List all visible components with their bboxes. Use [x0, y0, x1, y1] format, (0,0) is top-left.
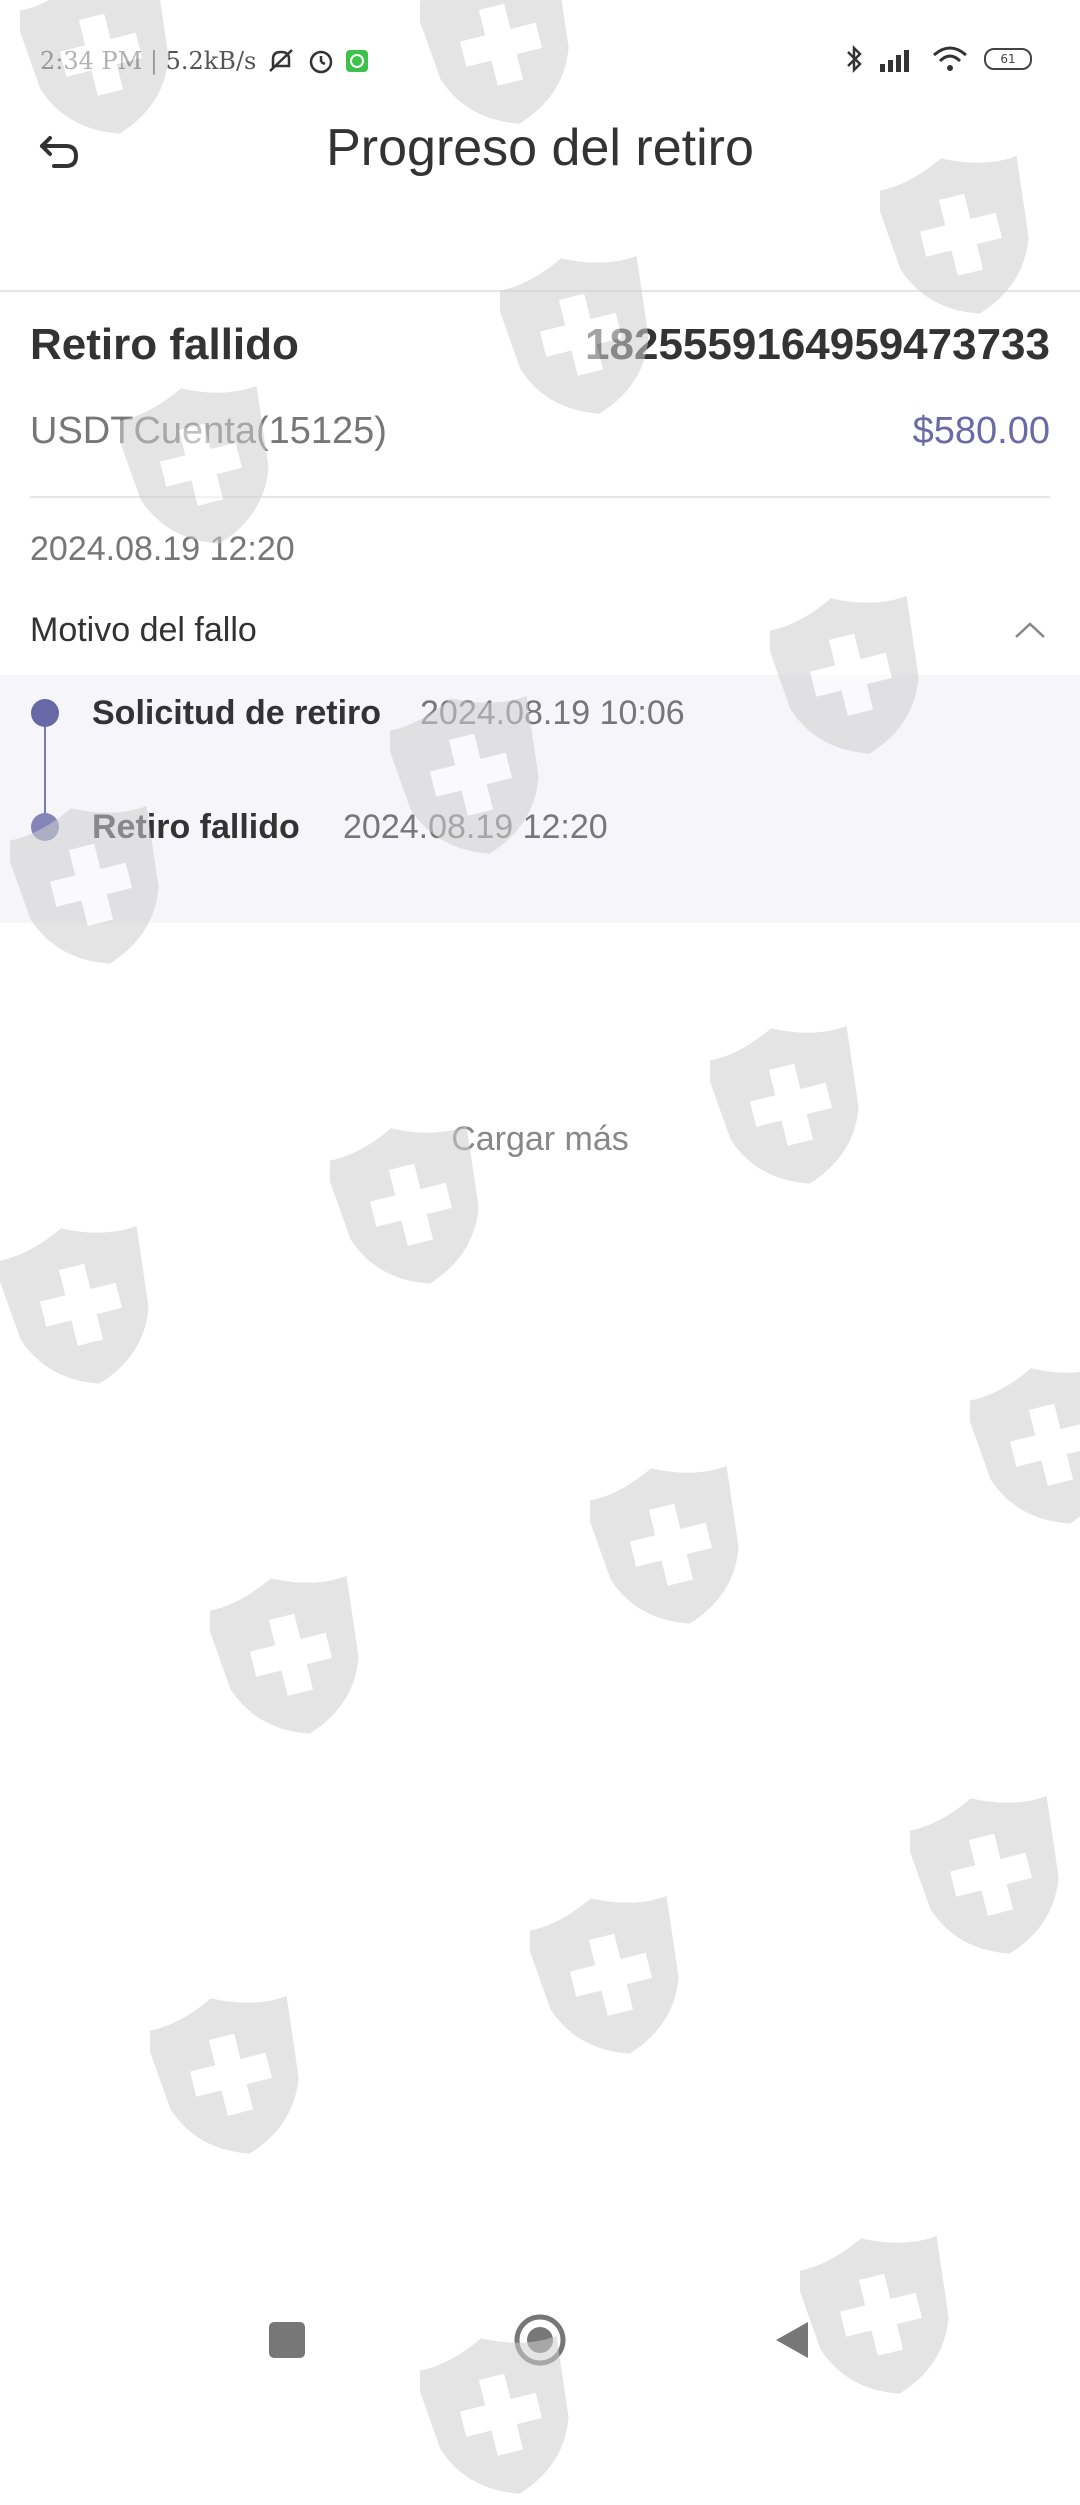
- bluetooth-icon: [847, 44, 862, 74]
- status-left: 2:34 PM | 5.2kB/s: [40, 46, 369, 76]
- withdrawal-date: 2024.08.19 12:20: [30, 530, 295, 568]
- status-bar: 2:34 PM | 5.2kB/s 61: [0, 0, 1080, 120]
- watermark-shield-icon: [522, 1890, 690, 2060]
- recents-square-icon: [269, 2322, 305, 2358]
- timeline-item-time: 2024.08.19 10:06: [420, 693, 685, 732]
- chevron-up-icon: [1010, 610, 1050, 650]
- whatsapp-icon: [346, 50, 369, 72]
- order-id: 1825559164959473733: [585, 320, 1050, 369]
- recents-button[interactable]: [257, 2310, 317, 2370]
- timeline-item: Solicitud de retiro 2024.08.19 10:06: [0, 683, 1080, 743]
- nav-back-button[interactable]: [762, 2310, 822, 2370]
- account-name: USDTCuenta(15125): [30, 409, 387, 452]
- withdrawal-summary: Retiro fallido 1825559164959473733 USDTC…: [30, 290, 1050, 498]
- watermark-shield-icon: [962, 1360, 1080, 1530]
- battery-icon: 61: [984, 48, 1032, 70]
- home-circle-icon: [514, 2314, 566, 2366]
- home-button[interactable]: [510, 2310, 570, 2370]
- signal-icon: [880, 50, 909, 72]
- withdrawal-amount: $580.00: [912, 409, 1050, 452]
- timeline-item-time: 2024.08.19 12:20: [343, 807, 608, 846]
- timeline-panel: Solicitud de retiro 2024.08.19 10:06 Ret…: [0, 675, 1080, 923]
- system-nav-bar: [0, 2280, 1080, 2390]
- header: Progreso del retiro: [0, 110, 1080, 292]
- load-more-button[interactable]: Cargar más: [0, 1120, 1080, 1159]
- watermark-shield-icon: [202, 1570, 370, 1740]
- watermark-shield-icon: [142, 1990, 310, 2160]
- timeline-dot: [31, 699, 59, 727]
- status-right: 61: [844, 44, 1032, 74]
- timeline-item: Retiro fallido 2024.08.19 12:20: [0, 797, 1080, 857]
- wifi-icon: [933, 46, 967, 71]
- watermark-shield-icon: [702, 1020, 870, 1190]
- watermark-shield-icon: [582, 1460, 750, 1630]
- withdrawal-status: Retiro fallido: [30, 320, 299, 369]
- timeline-dot: [31, 813, 59, 841]
- page-title: Progreso del retiro: [326, 119, 754, 177]
- failure-reason-label: Motivo del fallo: [30, 610, 257, 649]
- timeline-item-label: Solicitud de retiro: [92, 693, 382, 732]
- watermark-shield-icon: [902, 1790, 1070, 1960]
- battery-level: 61: [1000, 52, 1016, 66]
- divider: [30, 496, 1050, 498]
- mute-icon: [269, 49, 294, 72]
- timeline-item-label: Retiro fallido: [92, 807, 300, 846]
- status-time-speed: 2:34 PM | 5.2kB/s: [40, 47, 257, 75]
- back-triangle-icon: [776, 2322, 808, 2358]
- watermark-shield-icon: [0, 1220, 160, 1390]
- alarm-icon: [310, 50, 333, 74]
- failure-reason-toggle[interactable]: Motivo del fallo: [30, 600, 1050, 660]
